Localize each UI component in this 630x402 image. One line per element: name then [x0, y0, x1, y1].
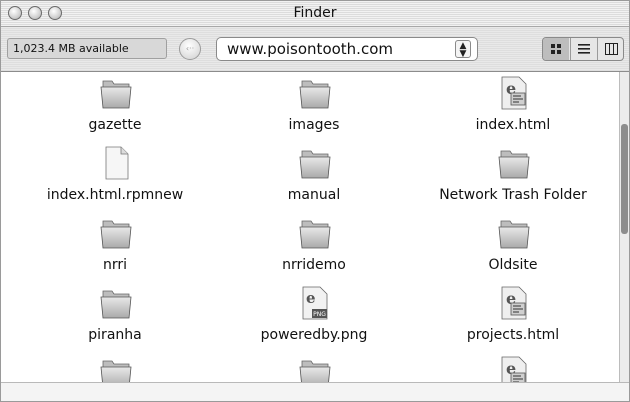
- file-item-label: nrri: [102, 257, 128, 273]
- file-item[interactable]: [15, 352, 215, 382]
- file-item[interactable]: [214, 352, 414, 382]
- folder-icon: [298, 355, 332, 382]
- html-document-icon: e: [497, 75, 531, 111]
- file-item[interactable]: piranha: [15, 282, 215, 352]
- file-item-label: images: [288, 117, 340, 133]
- window-title: Finder: [293, 5, 337, 21]
- list-view-icon: [578, 43, 590, 54]
- folder-icon: [99, 355, 133, 382]
- file-icon-grid: gazette images e index.html index.html.r…: [1, 72, 621, 382]
- svg-text:e: e: [306, 289, 316, 307]
- file-item[interactable]: Oldsite: [413, 212, 613, 282]
- popup-arrows-icon: ▲ ▼: [455, 40, 471, 59]
- column-view-icon: [604, 42, 618, 55]
- folder-icon: [99, 75, 133, 111]
- file-item-label: manual: [287, 187, 341, 203]
- folder-icon: [99, 215, 133, 251]
- file-item-label: index.html: [475, 117, 551, 133]
- location-path: www.poisontooth.com: [227, 40, 393, 58]
- column-view-button[interactable]: [597, 38, 623, 60]
- folder-icon: [298, 75, 332, 111]
- finder-window: Finder 1,023.4 MB available ‹·· www.pois…: [0, 0, 630, 402]
- folder-icon: [99, 285, 133, 321]
- file-item[interactable]: e index.html: [413, 72, 613, 142]
- file-item-label: Oldsite: [488, 257, 538, 273]
- title-bar[interactable]: Finder: [1, 1, 629, 27]
- file-item[interactable]: Network Trash Folder: [413, 142, 613, 212]
- location-popup[interactable]: www.poisontooth.com ▲ ▼: [216, 37, 478, 61]
- folder-icon: [298, 215, 332, 251]
- icon-view-button[interactable]: [543, 38, 569, 60]
- file-item-label: piranha: [88, 327, 142, 343]
- png-image-icon: e PNG: [298, 285, 332, 321]
- window-bottom-bar: [1, 382, 629, 401]
- folder-icon: [298, 145, 332, 181]
- file-item[interactable]: e PNG poweredby.png: [214, 282, 414, 352]
- file-item[interactable]: gazette: [15, 72, 215, 142]
- scrollbar-thumb[interactable]: [621, 124, 628, 234]
- icon-view-icon: [551, 43, 561, 54]
- list-view-button[interactable]: [570, 38, 597, 60]
- file-item[interactable]: images: [214, 72, 414, 142]
- file-item[interactable]: nrridemo: [214, 212, 414, 282]
- file-item-label: gazette: [88, 117, 142, 133]
- back-button[interactable]: ‹··: [179, 38, 201, 60]
- file-item-label: poweredby.png: [260, 327, 368, 343]
- generic-document-icon: [99, 145, 133, 181]
- file-item-label: projects.html: [466, 327, 560, 343]
- file-item[interactable]: nrri: [15, 212, 215, 282]
- file-item[interactable]: e projects.html: [413, 282, 613, 352]
- html-document-icon: e: [497, 285, 531, 321]
- file-item[interactable]: e: [413, 352, 613, 382]
- disk-space-available: 1,023.4 MB available: [7, 38, 167, 59]
- toolbar: 1,023.4 MB available ‹·· www.poisontooth…: [1, 27, 629, 72]
- vertical-scrollbar[interactable]: [619, 72, 629, 382]
- html-document-icon: e: [497, 355, 531, 382]
- file-item[interactable]: manual: [214, 142, 414, 212]
- view-mode-selector: [542, 37, 624, 61]
- file-item-label: index.html.rpmnew: [46, 187, 184, 203]
- file-item-label: Network Trash Folder: [439, 187, 587, 203]
- folder-icon: [497, 215, 531, 251]
- file-item-label: nrridemo: [282, 257, 346, 273]
- file-item[interactable]: index.html.rpmnew: [15, 142, 215, 212]
- svg-text:PNG: PNG: [313, 311, 326, 318]
- folder-icon: [497, 145, 531, 181]
